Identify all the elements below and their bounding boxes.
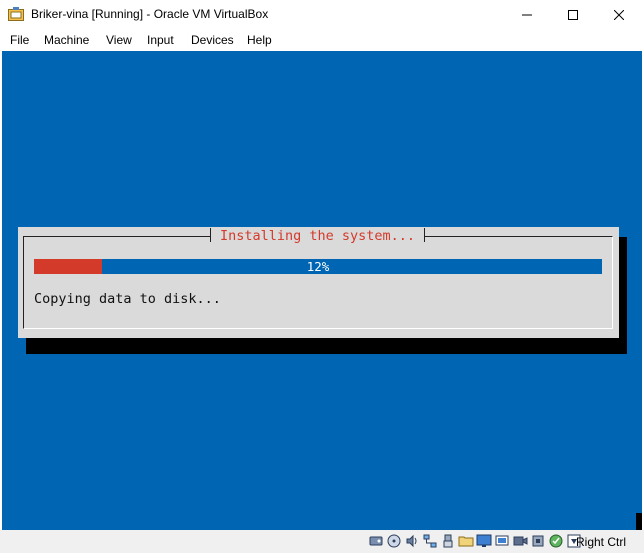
install-progress-bar: 12%: [34, 259, 602, 274]
installer-dialog: Installing the system... 12% Copying dat…: [18, 227, 619, 338]
title-bar[interactable]: Briker-vina [Running] - Oracle VM Virtua…: [0, 0, 644, 30]
virtualbox-app-icon: [8, 7, 24, 21]
menu-input[interactable]: Input: [147, 33, 174, 47]
status-icons: [368, 533, 582, 549]
menu-devices[interactable]: Devices: [191, 33, 234, 47]
menu-machine[interactable]: Machine: [44, 33, 89, 47]
window-title: Briker-vina [Running] - Oracle VM Virtua…: [31, 7, 269, 21]
dialog-frame: Installing the system...: [23, 228, 613, 329]
menu-bar: File Machine View Input Devices Help: [0, 30, 644, 51]
close-icon: [614, 10, 624, 20]
virtualbox-window: Briker-vina [Running] - Oracle VM Virtua…: [0, 0, 644, 553]
shared-folders-icon[interactable]: [458, 533, 474, 549]
dialog-shadow-right: [619, 237, 627, 354]
hard-disk-icon[interactable]: [368, 533, 384, 549]
network-icon[interactable]: [422, 533, 438, 549]
minimize-button[interactable]: [504, 0, 550, 30]
optical-drive-icon[interactable]: [386, 533, 402, 549]
install-status-text: Copying data to disk...: [34, 291, 221, 307]
audio-icon[interactable]: [404, 533, 420, 549]
close-button[interactable]: [596, 0, 642, 30]
dialog-title-box: Installing the system...: [210, 228, 426, 244]
progress-percent: 12%: [306, 259, 330, 274]
mouse-integration-icon[interactable]: [548, 533, 564, 549]
menu-file[interactable]: File: [10, 33, 29, 47]
maximize-button[interactable]: [550, 0, 596, 30]
guest-screen[interactable]: Installing the system... 12% Copying dat…: [2, 51, 642, 530]
dialog-title: Installing the system...: [220, 228, 416, 244]
usb-icon[interactable]: [440, 533, 456, 549]
dialog-shadow: [26, 338, 627, 354]
minimize-icon: [522, 14, 532, 16]
display-icon[interactable]: [476, 533, 492, 549]
menu-view[interactable]: View: [106, 33, 132, 47]
guest-edge-marker: [636, 513, 642, 530]
status-bar: Right Ctrl: [0, 530, 644, 553]
cpu-icon[interactable]: [530, 533, 546, 549]
host-key-label: Right Ctrl: [576, 535, 627, 549]
maximize-icon: [568, 10, 578, 20]
menu-help[interactable]: Help: [247, 33, 272, 47]
recording-icon[interactable]: [512, 533, 528, 549]
screen-capture-icon[interactable]: [494, 533, 510, 549]
